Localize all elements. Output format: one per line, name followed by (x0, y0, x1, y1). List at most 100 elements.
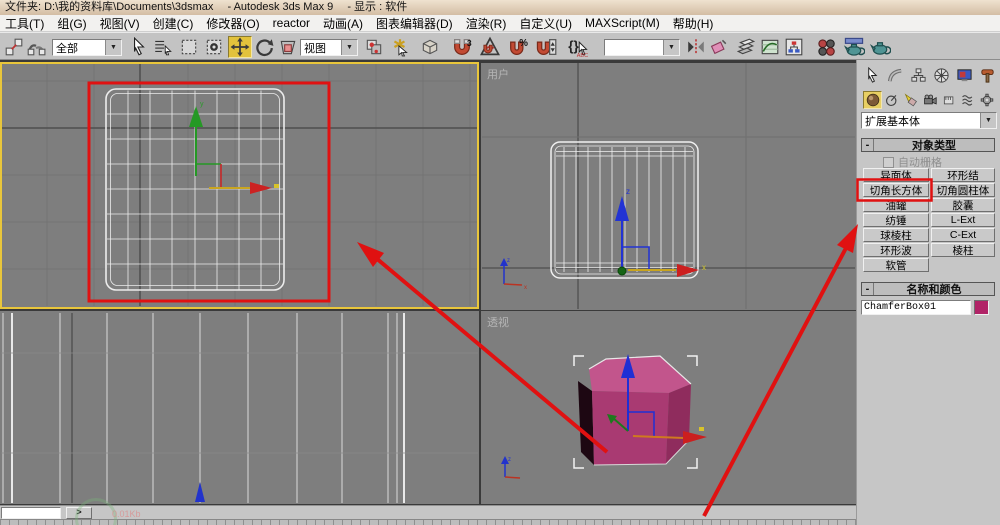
select-by-name-icon[interactable] (151, 36, 175, 58)
viewport-perspective[interactable]: 透视 (481, 311, 856, 504)
combo-arrow-icon[interactable]: ▼ (980, 113, 996, 128)
button-oiltank[interactable]: 油罐 (863, 198, 929, 212)
category-shapes[interactable] (882, 91, 901, 109)
menu-maxscript[interactable]: MAXScript(M) (585, 16, 660, 30)
category-geometry[interactable] (863, 91, 882, 109)
viewport-top[interactable] (0, 62, 479, 309)
button-hedra[interactable]: 异面体 (863, 168, 929, 182)
button-chamferbox[interactable]: 切角长方体 (863, 183, 929, 197)
menu-rendering[interactable]: 渲染(R) (466, 15, 507, 32)
align-icon[interactable] (706, 36, 730, 58)
select-and-rotate-icon[interactable] (252, 36, 276, 58)
render-scene-icon[interactable] (842, 36, 866, 58)
button-c-ext[interactable]: C-Ext (931, 228, 995, 242)
menu-graph-editors[interactable]: 图表编辑器(D) (376, 15, 453, 32)
menu-help[interactable]: 帮助(H) (673, 15, 714, 32)
rollout-object-type-title: 对象类型 (912, 140, 956, 152)
button-gengon[interactable]: 球棱柱 (863, 228, 929, 242)
rectangular-selection-icon[interactable] (177, 36, 201, 58)
percent-label: % (519, 38, 528, 49)
tab-modify[interactable] (884, 63, 906, 87)
snap-toggle-3d-icon[interactable]: 3 (450, 36, 474, 58)
primitive-category-combo[interactable]: 扩展基本体 ▼ (861, 112, 997, 129)
menu-reactor[interactable]: reactor (273, 16, 310, 30)
use-pivot-center-icon[interactable] (362, 36, 386, 58)
abc-label: ABC (577, 53, 588, 58)
button-hose[interactable]: 软管 (863, 258, 929, 272)
layer-manager-icon[interactable] (734, 36, 758, 58)
material-editor-icon[interactable] (814, 36, 838, 58)
collapse-icon[interactable]: - (862, 139, 874, 151)
combo-arrow-icon[interactable]: ▼ (341, 40, 357, 55)
category-lights[interactable] (901, 91, 920, 109)
percent-snap-icon[interactable]: % (506, 36, 530, 58)
button-torus-knot[interactable]: 环形结 (931, 168, 995, 182)
select-link-icon[interactable] (2, 36, 26, 58)
category-systems[interactable] (977, 91, 996, 109)
button-ringwave[interactable]: 环形波 (863, 243, 929, 257)
button-spindle[interactable]: 纺锤 (863, 213, 929, 227)
viewport-user-label[interactable]: 用户 (487, 66, 509, 82)
window-crossing-icon[interactable] (202, 36, 226, 58)
select-and-manipulate-icon[interactable] (388, 36, 412, 58)
rollout-name-color[interactable]: - 名称和颜色 (861, 282, 995, 296)
menu-create[interactable]: 创建(C) (153, 15, 194, 32)
selection-filter-value: 全部 (56, 42, 78, 55)
viewport-front[interactable] (0, 311, 479, 504)
curve-editor-icon[interactable] (758, 36, 782, 58)
keyboard-override-icon[interactable] (418, 36, 442, 58)
window-titlebar: 文件夹: D:\我的资料库\Documents\3dsmax - Autodes… (0, 0, 1000, 15)
select-and-scale-icon[interactable] (276, 36, 300, 58)
button-prism[interactable]: 棱柱 (931, 243, 995, 257)
named-selection-sets-icon[interactable]: {} ABC (566, 36, 590, 58)
object-name-field[interactable]: ChamferBox01 (861, 300, 971, 315)
angle-snap-icon[interactable] (478, 36, 502, 58)
category-spacewarps[interactable] (958, 91, 977, 109)
select-object-icon[interactable] (127, 36, 151, 58)
window-title: 文件夹: D:\我的资料库\Documents\3dsmax - Autodes… (5, 1, 408, 13)
quick-render-icon[interactable] (868, 36, 892, 58)
mirror-icon[interactable] (684, 36, 708, 58)
braces-label: {} (568, 39, 579, 54)
track-bar[interactable] (0, 519, 856, 525)
reference-coordsys-combo[interactable]: 视图 ▼ (300, 39, 358, 56)
menu-customize[interactable]: 自定义(U) (519, 15, 572, 32)
viewport-user[interactable]: 用户 (481, 63, 856, 310)
schematic-view-icon[interactable] (782, 36, 806, 58)
menu-views[interactable]: 视图(V) (100, 15, 140, 32)
tab-utilities[interactable] (976, 63, 998, 87)
category-helpers[interactable] (939, 91, 958, 109)
main-toolbar: 全部 ▼ 视图 ▼ 3 % {} ABC ▼ (0, 32, 1000, 60)
category-cameras[interactable] (920, 91, 939, 109)
viewport-persp-label[interactable]: 透视 (487, 314, 509, 330)
button-capsule[interactable]: 胶囊 (931, 198, 995, 212)
tab-create[interactable] (861, 63, 883, 87)
collapse-icon[interactable]: - (862, 283, 874, 295)
viewport-area: 用户 透视 (0, 60, 856, 505)
maxscript-mini-listener[interactable] (1, 507, 61, 519)
menu-bar: 工具(T) 组(G) 视图(V) 创建(C) 修改器(O) reactor 动画… (0, 15, 1000, 32)
combo-arrow-icon[interactable]: ▼ (663, 40, 679, 55)
selection-filter-combo[interactable]: 全部 ▼ (52, 39, 122, 56)
select-and-move-icon[interactable] (228, 36, 252, 58)
menu-group[interactable]: 组(G) (57, 15, 86, 32)
menu-tools[interactable]: 工具(T) (5, 15, 44, 32)
menu-animation[interactable]: 动画(A) (323, 15, 363, 32)
command-panel: 扩展基本体 ▼ - 对象类型 自动栅格 异面体 环形结 切角长方体 切角圆柱体 … (856, 60, 1000, 525)
rollout-name-color-title: 名称和颜色 (906, 284, 962, 296)
menu-modifiers[interactable]: 修改器(O) (206, 15, 259, 32)
button-chamfercyl[interactable]: 切角圆柱体 (931, 183, 995, 197)
object-color-swatch[interactable] (974, 300, 989, 315)
tab-display[interactable] (953, 63, 975, 87)
primitive-category-value: 扩展基本体 (865, 115, 920, 128)
tab-motion[interactable] (930, 63, 952, 87)
rollout-object-type[interactable]: - 对象类型 (861, 138, 995, 152)
combo-arrow-icon[interactable]: ▼ (105, 40, 121, 55)
tab-hierarchy[interactable] (907, 63, 929, 87)
watermark-text: 0.01Kb (112, 509, 141, 519)
named-selection-combo[interactable]: ▼ (604, 39, 680, 56)
unlink-icon[interactable] (24, 36, 48, 58)
button-l-ext[interactable]: L-Ext (931, 213, 995, 227)
autogrid-checkbox[interactable] (883, 156, 894, 168)
spinner-snap-icon[interactable] (534, 36, 558, 58)
